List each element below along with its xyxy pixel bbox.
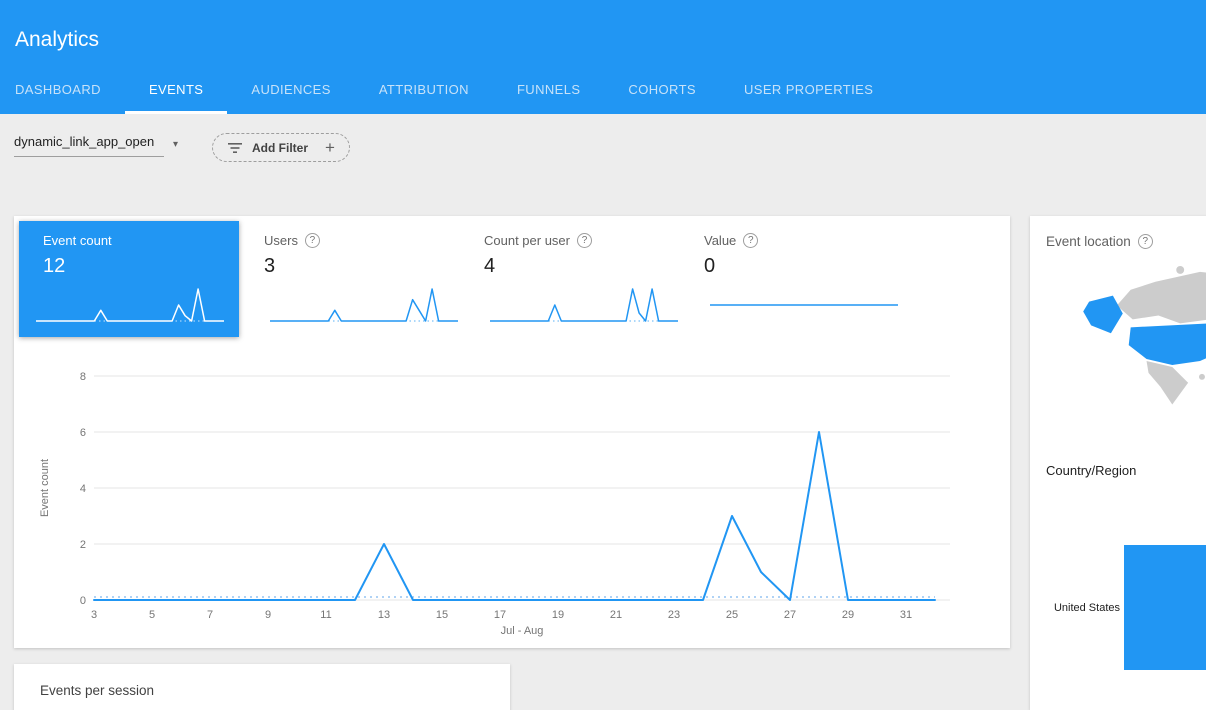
page-title: Analytics: [15, 28, 99, 52]
dropdown-caret-icon: ▾: [173, 139, 178, 157]
tab-user-properties[interactable]: USER PROPERTIES: [720, 65, 897, 114]
metric-label: Value: [704, 233, 736, 248]
event-selector-dropdown[interactable]: dynamic_link_app_open ▾: [14, 134, 178, 157]
svg-text:4: 4: [80, 483, 86, 495]
metric-label: Users: [264, 233, 298, 248]
svg-text:5: 5: [149, 609, 155, 621]
help-icon[interactable]: ?: [577, 233, 592, 248]
tab-bar: DASHBOARD EVENTS AUDIENCES ATTRIBUTION F…: [0, 65, 897, 114]
svg-text:17: 17: [494, 609, 506, 621]
svg-text:Jul - Aug: Jul - Aug: [501, 625, 544, 637]
metric-tile-count-per-user[interactable]: Count per user ? 4: [474, 221, 694, 337]
filter-bar: dynamic_link_app_open ▾ Add Filter +: [0, 114, 1206, 216]
svg-text:6: 6: [80, 427, 86, 439]
svg-text:11: 11: [320, 609, 331, 621]
add-filter-label: Add Filter: [252, 141, 308, 155]
svg-text:Event count: Event count: [39, 459, 51, 517]
metric-tile-users[interactable]: Users ? 3: [254, 221, 474, 337]
tab-audiences[interactable]: AUDIENCES: [227, 65, 354, 114]
metric-value: 12: [43, 255, 229, 278]
metric-tile-value[interactable]: Value ? 0: [694, 221, 914, 337]
help-icon[interactable]: ?: [305, 233, 320, 248]
events-overview-card: 0 2 4 6 8 3 5 7 9 11 13 15 17 19 21 23 25 27 29 31 Jul - Aug…: [14, 216, 1010, 648]
card-title: Event location: [1046, 234, 1131, 249]
metric-label: Count per user: [484, 233, 570, 248]
help-icon[interactable]: ?: [743, 233, 758, 248]
filter-icon: [227, 142, 243, 154]
tab-dashboard[interactable]: DASHBOARD: [0, 65, 125, 114]
country-bar-row: United States: [1030, 545, 1206, 670]
svg-text:8: 8: [80, 371, 86, 383]
event-location-card: Event location ? Country/Region United S…: [1030, 216, 1206, 710]
country-label: United States: [1030, 602, 1124, 614]
metric-value: 3: [264, 255, 464, 278]
events-per-session-card: Events per session: [14, 664, 510, 710]
tab-attribution[interactable]: ATTRIBUTION: [355, 65, 493, 114]
svg-text:7: 7: [207, 609, 213, 621]
metric-value: 0: [704, 255, 904, 278]
country-region-label: Country/Region: [1046, 463, 1136, 478]
metric-label: Event count: [43, 233, 229, 248]
svg-text:31: 31: [900, 609, 912, 621]
help-icon[interactable]: ?: [1138, 234, 1153, 249]
app-header: Analytics DASHBOARD EVENTS AUDIENCES ATT…: [0, 0, 1206, 114]
metric-tile-event-count[interactable]: Event count 12: [19, 221, 239, 337]
tab-funnels[interactable]: FUNNELS: [493, 65, 604, 114]
svg-text:3: 3: [91, 609, 97, 621]
count-per-user-sparkline: [484, 281, 684, 327]
tab-cohorts[interactable]: COHORTS: [604, 65, 720, 114]
event-count-sparkline: [30, 281, 230, 327]
svg-text:25: 25: [726, 609, 738, 621]
svg-text:19: 19: [552, 609, 564, 621]
value-sparkline: [704, 281, 904, 327]
metric-value: 4: [484, 255, 684, 278]
plus-icon: +: [325, 139, 335, 156]
add-filter-button[interactable]: Add Filter +: [212, 133, 350, 162]
svg-text:13: 13: [378, 609, 390, 621]
country-bar-united-states[interactable]: [1124, 545, 1206, 670]
svg-text:23: 23: [668, 609, 680, 621]
event-selector-value: dynamic_link_app_open: [14, 134, 164, 157]
world-map: [1060, 262, 1206, 460]
svg-text:0: 0: [80, 595, 86, 607]
svg-text:21: 21: [610, 609, 622, 621]
users-sparkline: [264, 281, 464, 327]
svg-text:27: 27: [784, 609, 796, 621]
svg-text:15: 15: [436, 609, 448, 621]
svg-text:9: 9: [265, 609, 271, 621]
card-title: Events per session: [14, 664, 510, 698]
svg-text:29: 29: [842, 609, 854, 621]
svg-text:2: 2: [80, 539, 86, 551]
tab-events[interactable]: EVENTS: [125, 65, 227, 114]
